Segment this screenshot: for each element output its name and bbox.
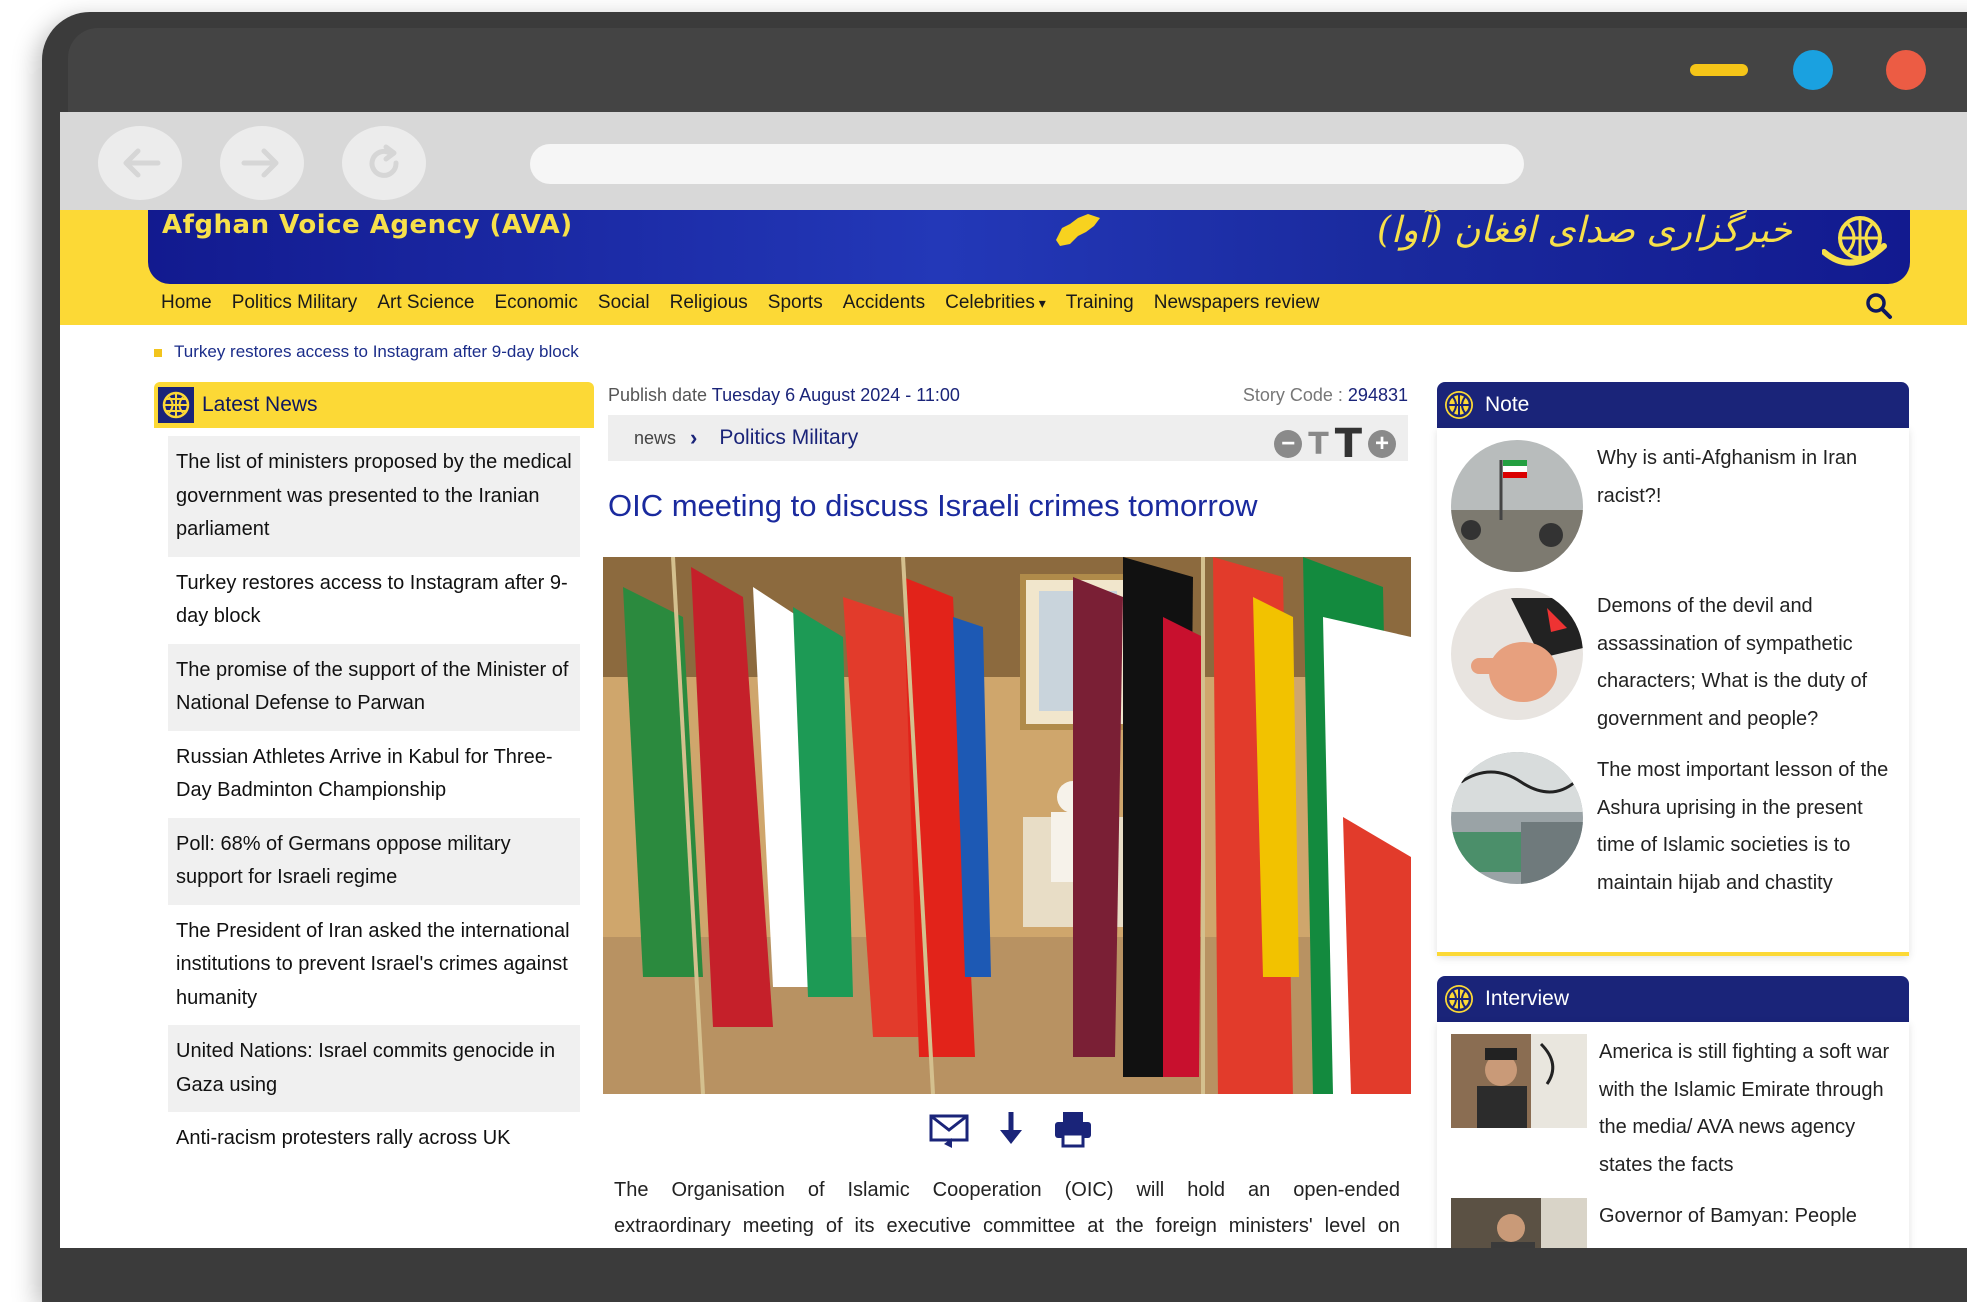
note-list: Why is anti-Afghanism in Iran racist?! D… (1437, 428, 1909, 956)
publish-date: Tuesday 6 August 2024 - 11:00 (711, 385, 960, 405)
breadcrumb-category[interactable]: Politics Military (719, 426, 858, 450)
latest-news-header: Latest News (154, 382, 594, 428)
interview-list: America is still fighting a soft war wit… (1437, 1022, 1909, 1248)
interview-header: Interview (1437, 976, 1909, 1022)
nav-social[interactable]: Social (598, 292, 650, 314)
close-window-button[interactable] (1886, 50, 1926, 90)
globe-icon (158, 387, 194, 423)
latest-news-item[interactable]: United Nations: Israel commits genocide … (168, 1025, 580, 1112)
news-ticker[interactable]: Turkey restores access to Instagram afte… (154, 342, 579, 362)
note-item-text: The most important lesson of the Ashura … (1597, 759, 1889, 894)
download-icon[interactable] (990, 1108, 1032, 1150)
page-viewport: Afghan Voice Agency (AVA) خبرگزاری صدای … (60, 210, 1967, 1248)
latest-news-item[interactable]: Russian Athletes Arrive in Kabul for Thr… (168, 731, 580, 818)
nav-accidents[interactable]: Accidents (843, 292, 925, 314)
main-navigation: Home Politics Military Art Science Econo… (161, 292, 1340, 314)
nav-art-science[interactable]: Art Science (377, 292, 474, 314)
site-title: Afghan Voice Agency (AVA) (162, 210, 573, 240)
story-code: 294831 (1347, 385, 1408, 405)
note-item[interactable]: Why is anti-Afghanism in Iran racist?! (1451, 440, 1901, 572)
nav-home[interactable]: Home (161, 292, 212, 314)
forward-button[interactable] (220, 126, 304, 200)
globe-icon (1445, 985, 1473, 1013)
interview-item[interactable]: Governor of Bamyan: People (1451, 1198, 1901, 1248)
interview-item-text: America is still fighting a soft war wit… (1599, 1041, 1890, 1176)
latest-news-item[interactable]: Anti-racism protesters rally across UK (168, 1112, 580, 1166)
story-code-label: Story Code : (1242, 385, 1343, 405)
latest-news-list: The list of ministers proposed by the me… (154, 428, 594, 1248)
note-thumbnail (1451, 440, 1583, 572)
nav-economic[interactable]: Economic (494, 292, 577, 314)
site-title-persian: خبرگزاری صدای افغان (آوا) (1377, 210, 1792, 251)
article-body-line: The Organisation of Islamic Cooperation … (614, 1179, 1400, 1201)
globe-icon (1445, 391, 1473, 419)
note-item-text: Demons of the devil and assassination of… (1597, 595, 1868, 730)
latest-news-item[interactable]: The list of ministers proposed by the me… (168, 436, 580, 557)
reload-button[interactable] (342, 126, 426, 200)
font-large-icon[interactable]: T (1335, 421, 1362, 467)
nav-sports[interactable]: Sports (768, 292, 823, 314)
note-item-text: Why is anti-Afghanism in Iran racist?! (1597, 447, 1858, 507)
note-item[interactable]: The most important lesson of the Ashura … (1451, 752, 1901, 902)
address-bar[interactable] (530, 144, 1524, 184)
maximize-button[interactable] (1793, 50, 1833, 90)
latest-news-item[interactable]: The President of Iran asked the internat… (168, 905, 580, 1026)
browser-titlebar (68, 28, 1967, 112)
chevron-right-icon: › (690, 425, 698, 450)
note-thumbnail (1451, 588, 1583, 720)
article-body-line: extraordinary meeting of its executive c… (614, 1215, 1400, 1237)
note-thumbnail (1451, 752, 1583, 884)
interview-thumbnail (1451, 1198, 1587, 1248)
note-title: Note (1485, 393, 1530, 416)
publish-date-label: Publish date (608, 385, 708, 405)
font-small-icon[interactable]: T (1308, 427, 1328, 462)
article-meta: Publish date Tuesday 6 August 2024 - 11:… (608, 385, 1408, 406)
breadcrumb-news[interactable]: news (634, 428, 676, 449)
interview-thumbnail (1451, 1034, 1587, 1128)
logo-globe-icon (1822, 216, 1887, 266)
font-size-tools: − T T + (1274, 421, 1396, 467)
minimize-button[interactable] (1690, 64, 1748, 76)
send-email-icon[interactable] (928, 1108, 970, 1150)
latest-news-item[interactable]: Poll: 68% of Germans oppose military sup… (168, 817, 580, 905)
nav-politics-military[interactable]: Politics Military (232, 292, 358, 314)
print-icon[interactable] (1052, 1108, 1094, 1150)
article-body: The Organisation of Islamic Cooperation … (614, 1172, 1400, 1244)
nav-religious[interactable]: Religious (670, 292, 748, 314)
nav-celebrities-dropdown[interactable]: Celebrities (945, 292, 1046, 314)
interview-title: Interview (1485, 987, 1570, 1010)
article-actions (928, 1108, 1094, 1150)
afghanistan-map-icon (1056, 214, 1100, 246)
latest-news-item[interactable]: Turkey restores access to Instagram afte… (168, 557, 580, 644)
note-item[interactable]: Demons of the devil and assassination of… (1451, 588, 1901, 738)
interview-item-text: Governor of Bamyan: People (1599, 1205, 1857, 1227)
article-photo[interactable] (603, 557, 1411, 1094)
breadcrumb: news › Politics Military − T T + (608, 415, 1408, 467)
flags-photo-illustration (603, 557, 1411, 1094)
article-headline: OIC meeting to discuss Israeli crimes to… (608, 488, 1258, 523)
latest-news-item[interactable]: The promise of the support of the Minist… (168, 643, 580, 731)
back-button[interactable] (98, 126, 182, 200)
font-increase-icon[interactable]: + (1368, 430, 1396, 458)
nav-training[interactable]: Training (1066, 292, 1134, 314)
interview-item[interactable]: America is still fighting a soft war wit… (1451, 1034, 1901, 1184)
site-banner[interactable]: Afghan Voice Agency (AVA) خبرگزاری صدای … (148, 210, 1910, 284)
arrow-left-icon (123, 148, 161, 178)
ticker-text[interactable]: Turkey restores access to Instagram afte… (174, 342, 579, 361)
ticker-bullet (154, 348, 162, 357)
story-code-block: Story Code : 294831 (1243, 385, 1408, 406)
reload-icon (369, 144, 399, 178)
search-icon[interactable] (1865, 292, 1893, 320)
note-header: Note (1437, 382, 1909, 428)
latest-news-title: Latest News (202, 393, 318, 416)
font-decrease-icon[interactable]: − (1274, 430, 1303, 458)
nav-newspapers-review[interactable]: Newspapers review (1154, 292, 1320, 314)
arrow-right-icon (241, 148, 279, 178)
